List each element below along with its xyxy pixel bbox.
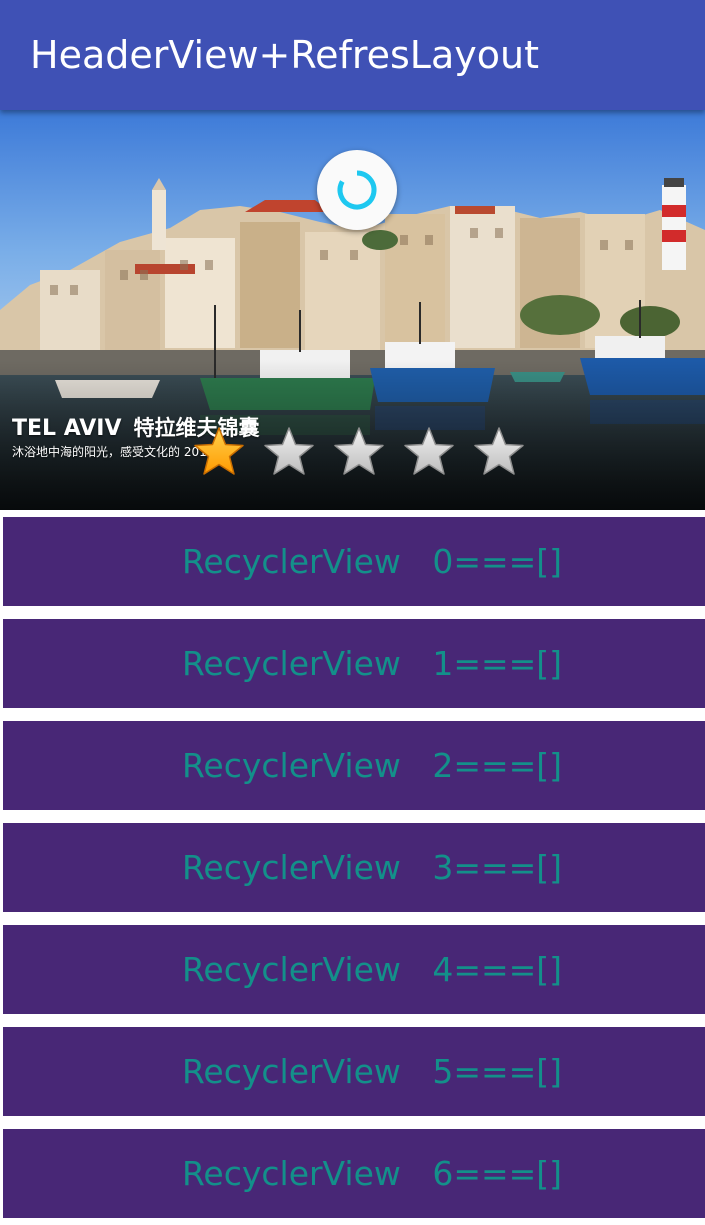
app-bar: HeaderView+RefresLayout bbox=[0, 0, 705, 110]
caption-title: TEL AVIV bbox=[12, 416, 122, 441]
list-item-label: RecyclerView 1===[] bbox=[181, 644, 563, 683]
star-empty-icon[interactable] bbox=[403, 426, 455, 478]
list-item[interactable]: RecyclerView 3===[] bbox=[3, 823, 705, 912]
list-item-label: RecyclerView 5===[] bbox=[181, 1052, 563, 1091]
app-title: HeaderView+RefresLayout bbox=[30, 33, 539, 77]
list-item-label: RecyclerView 0===[] bbox=[181, 542, 563, 581]
header-view[interactable]: TEL AVIV 特拉维夫锦囊 沐浴地中海的阳光，感受文化的 2013 bbox=[0, 110, 705, 510]
rating-bar[interactable] bbox=[193, 426, 533, 482]
refresh-spinner-icon bbox=[317, 150, 397, 230]
list-item[interactable]: RecyclerView 5===[] bbox=[3, 1027, 705, 1116]
list-item-label: RecyclerView 3===[] bbox=[181, 848, 563, 887]
list-item-label: RecyclerView 2===[] bbox=[181, 746, 563, 785]
list-item[interactable]: RecyclerView 0===[] bbox=[3, 517, 705, 606]
list-item-label: RecyclerView 4===[] bbox=[181, 950, 563, 989]
list-item-label: RecyclerView 6===[] bbox=[181, 1154, 563, 1193]
star-empty-icon[interactable] bbox=[333, 426, 385, 478]
star-empty-icon[interactable] bbox=[263, 426, 315, 478]
list-item[interactable]: RecyclerView 2===[] bbox=[3, 721, 705, 810]
star-empty-icon[interactable] bbox=[473, 426, 525, 478]
star-filled-icon[interactable] bbox=[193, 426, 245, 478]
list-item[interactable]: RecyclerView 4===[] bbox=[3, 925, 705, 1014]
list-item[interactable]: RecyclerView 1===[] bbox=[3, 619, 705, 708]
list-item[interactable]: RecyclerView 6===[] bbox=[3, 1129, 705, 1218]
